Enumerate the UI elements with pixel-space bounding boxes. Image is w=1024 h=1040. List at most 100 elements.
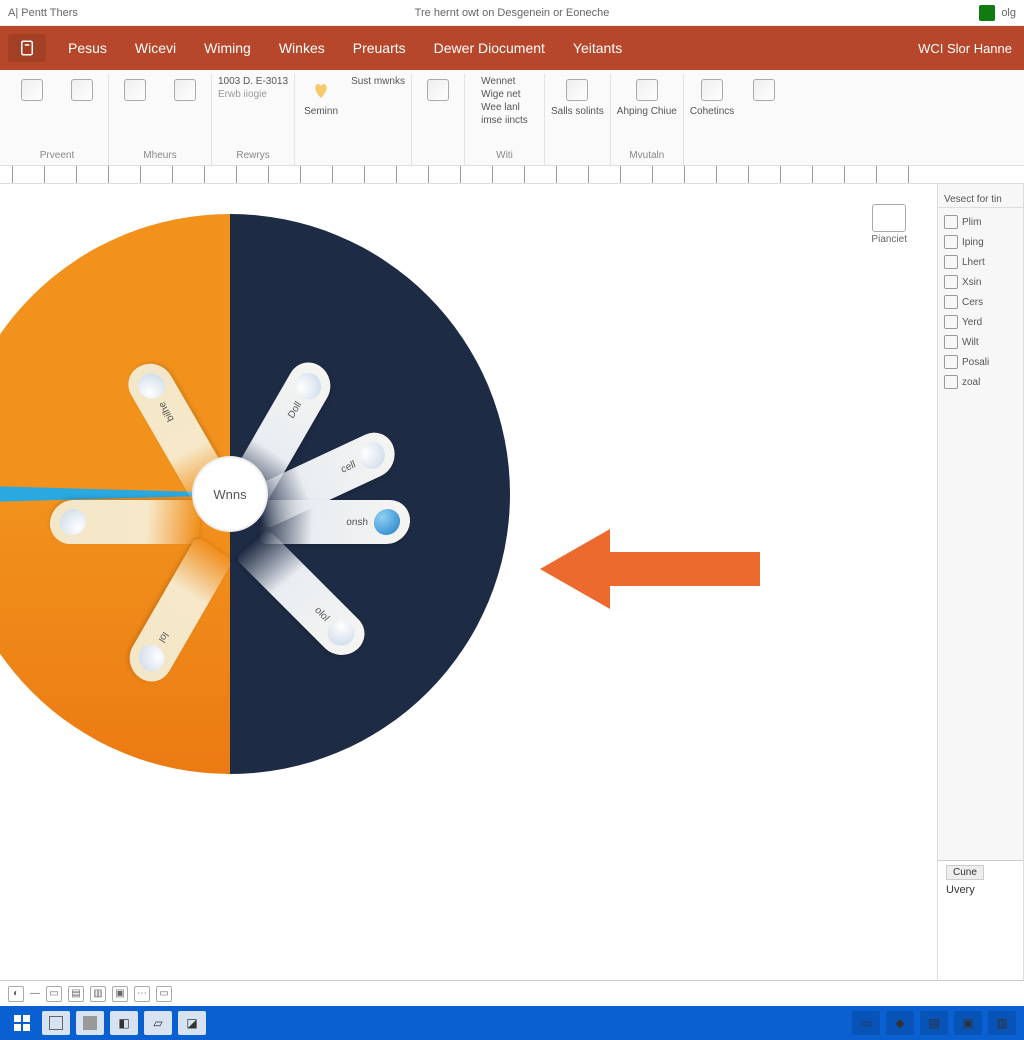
status-icon[interactable]: ▭ (156, 986, 172, 1002)
ribbon-group-arrange: Wennet Wige net Wee lanl imse iincts Wit… (465, 74, 545, 165)
spoke-icon (322, 615, 360, 650)
app-title: A| Pentt Thers (8, 7, 78, 19)
tray-icon[interactable]: ▥ (988, 1011, 1016, 1035)
tab-preuarts[interactable]: Preuarts (339, 26, 420, 70)
ribbon-group-font: 1003 D. E-3013 Erwb iiogie Rewrys (212, 74, 295, 165)
task-pane-item[interactable]: Wilt (938, 332, 1023, 352)
spoke-icon (134, 639, 169, 676)
view-sorter-icon[interactable]: ▤ (68, 986, 84, 1002)
ribbon-button[interactable] (744, 76, 784, 104)
panel-label: Pianciet (871, 234, 907, 245)
ribbon-text[interactable]: imse iincts (481, 115, 528, 126)
view-normal-icon[interactable]: ▭ (46, 986, 62, 1002)
view-reading-icon[interactable]: ▥ (90, 986, 106, 1002)
ribbon-button[interactable] (115, 76, 155, 104)
windows-taskbar: ◧ ▱ ◪ ▭ ◆ ▤ ▣ ▥ (0, 1006, 1024, 1040)
ribbon-group-editing: Ahping Chiue Mvutaln (611, 74, 684, 165)
slide-canvas[interactable]: Pianciet bilhe Doll cell onsh olol lo (0, 184, 938, 980)
task-pane-item[interactable]: Xsin (938, 272, 1023, 292)
account-badge-icon[interactable] (979, 5, 995, 21)
task-pane-item[interactable]: Plim (938, 212, 1023, 232)
ribbon-group-voice: Cohetincs (684, 74, 790, 165)
task-pane-item[interactable]: Posali (938, 352, 1023, 372)
chart-icon (636, 79, 658, 101)
task-pane-item[interactable]: zoal (938, 372, 1023, 392)
status-icon[interactable]: ⋯ (134, 986, 150, 1002)
callout-arrow[interactable] (540, 524, 760, 617)
status-bar: ◐ — ▭ ▤ ▥ ▣ ⋯ ▭ (0, 980, 1024, 1006)
palette-icon (566, 79, 588, 101)
ribbon-text[interactable]: Erwb iiogie (218, 89, 267, 100)
task-pane: Vesect for tin Plim Iping Lhert Xsin Cer… (938, 184, 1024, 980)
ribbon-group-styles: Salls solints (545, 74, 611, 165)
page-icon (71, 79, 93, 101)
view-slideshow-icon[interactable]: ▣ (112, 986, 128, 1002)
ribbon-group-draw (412, 74, 465, 165)
taskbar-app[interactable]: ◧ (110, 1011, 138, 1035)
spoke-icon (59, 509, 87, 535)
grid-icon (701, 79, 723, 101)
taskbar-app[interactable] (76, 1011, 104, 1035)
ribbon-group-label: Mvutaln (629, 150, 664, 163)
tab-wiming[interactable]: Wiming (190, 26, 265, 70)
item-icon (944, 315, 958, 329)
tray-icon[interactable]: ◆ (886, 1011, 914, 1035)
document-title: Tre hernt owt on Desgenein or Eoneche (415, 7, 610, 19)
spoke-icon (356, 438, 389, 473)
item-icon (944, 235, 958, 249)
task-pane-item[interactable]: Iping (938, 232, 1023, 252)
taskbar-app[interactable] (42, 1011, 70, 1035)
tray-icon[interactable]: ▭ (852, 1011, 880, 1035)
ribbon-group-paragraph: Seminn Sust mwnks (295, 74, 412, 165)
ribbon-text[interactable]: Wennet (481, 76, 515, 87)
pen-icon (427, 79, 449, 101)
tab-dewer[interactable]: Dewer Diocument (420, 26, 559, 70)
item-icon (944, 215, 958, 229)
panel-toggle[interactable]: Pianciet (871, 204, 907, 245)
arrow-left-icon (540, 524, 760, 614)
ribbon-button[interactable] (12, 76, 52, 104)
item-icon (944, 295, 958, 309)
tab-winkes[interactable]: Winkes (265, 26, 339, 70)
user-icon (174, 79, 196, 101)
ribbon-button[interactable] (62, 76, 102, 104)
ribbon-button[interactable] (418, 76, 458, 104)
task-pane-item[interactable]: Lhert (938, 252, 1023, 272)
properties-tab[interactable]: Cune (946, 865, 984, 880)
taskbar-app[interactable]: ◪ (178, 1011, 206, 1035)
ribbon-text[interactable]: Sust mwnks (351, 76, 405, 87)
task-pane-header: Vesect for tin (938, 192, 1023, 208)
ribbon-button[interactable]: Ahping Chiue (617, 76, 677, 117)
ribbon-text[interactable]: 1003 D. E-3013 (218, 76, 288, 87)
start-button[interactable] (8, 1011, 36, 1035)
horizontal-ruler[interactable] (0, 166, 1024, 184)
tray-icon[interactable]: ▣ (954, 1011, 982, 1035)
ribbon-button[interactable]: Cohetincs (690, 76, 734, 117)
status-icon[interactable]: ◐ (8, 986, 24, 1002)
title-bar: A| Pentt Thers Tre hernt owt on Desgenei… (0, 0, 1024, 26)
tab-yeitants[interactable]: Yeitants (559, 26, 636, 70)
ribbon-button[interactable]: Seminn (301, 76, 341, 117)
tray-icon[interactable]: ▤ (920, 1011, 948, 1035)
file-tab-icon[interactable] (8, 34, 46, 62)
tab-pesus[interactable]: Pesus (54, 26, 121, 70)
ribbon-group-label: Witi (496, 150, 513, 163)
task-pane-item[interactable]: Yerd (938, 312, 1023, 332)
ribbon-button[interactable] (165, 76, 205, 104)
spoke-icon (373, 509, 401, 535)
properties-pane: Cune Uvery (938, 860, 1023, 980)
item-icon (944, 375, 958, 389)
taskbar-app[interactable]: ▱ (144, 1011, 172, 1035)
ribbon: Prveent Mheurs 1003 D. E-3013 Erwb iiogi… (0, 70, 1024, 166)
ribbon-group-clipboard: Prveent (6, 74, 109, 165)
item-icon (944, 335, 958, 349)
ribbon-button[interactable]: Salls solints (551, 76, 604, 117)
task-pane-item[interactable]: Cers (938, 292, 1023, 312)
wheel-center[interactable]: Wnns (194, 458, 266, 530)
ribbon-text[interactable]: Wige net (481, 89, 520, 100)
tab-wicevi[interactable]: Wicevi (121, 26, 190, 70)
ribbon-text[interactable]: Wee lanl (481, 102, 520, 113)
item-icon (944, 355, 958, 369)
wheel-diagram[interactable]: bilhe Doll cell onsh olol lol Wnns (0, 214, 510, 774)
share-label[interactable]: WCI Slor Hanne (918, 41, 1024, 56)
